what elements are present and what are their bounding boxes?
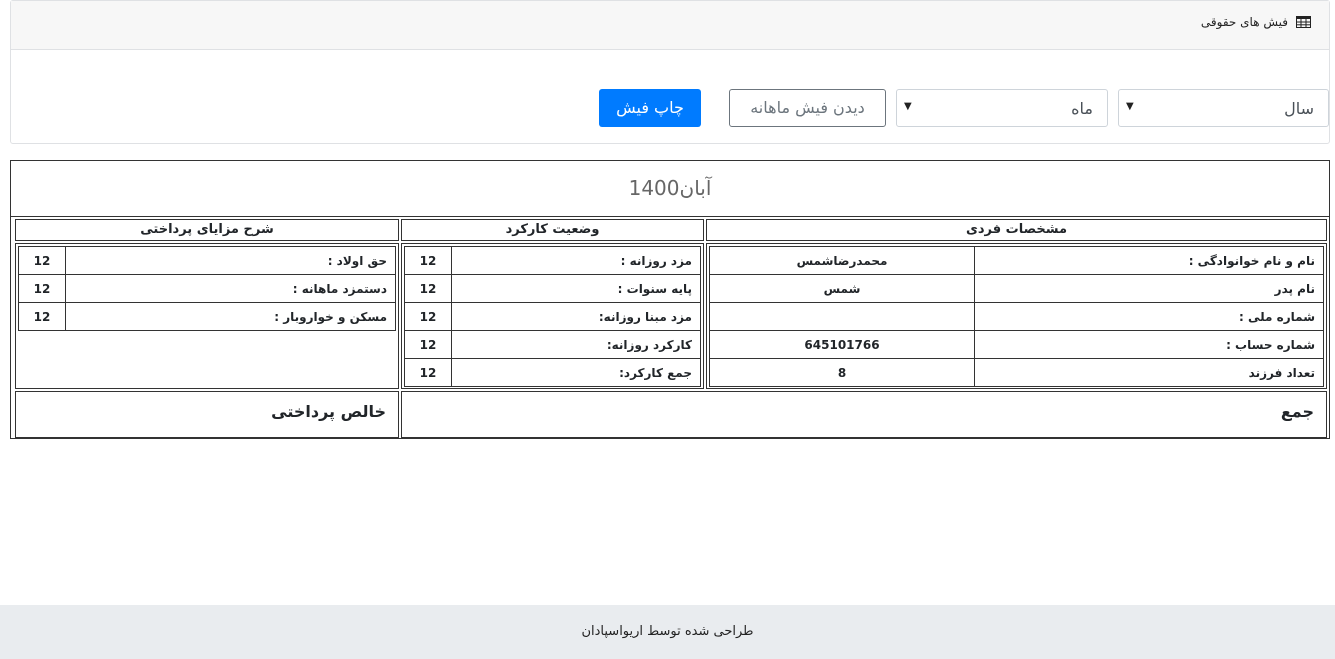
table-row: دستمزد ماهانه : 12 [18, 274, 396, 303]
table-row: مزد روزانه : 12 [404, 246, 701, 275]
work-label: مزد روزانه : [451, 246, 701, 275]
table-icon [1296, 16, 1311, 28]
payslip-title: آبان1400 [11, 161, 1329, 217]
benefit-label: حق اولاد : [65, 246, 396, 275]
work-value: 12 [404, 302, 452, 331]
month-select[interactable]: ماه ▼ [896, 89, 1108, 127]
table-row: مسکن و خواروبار : 12 [18, 302, 396, 331]
card-header: فیش های حقوقی [11, 1, 1329, 50]
table-row: شماره حساب : 645101766 [709, 330, 1324, 359]
total-cell: جمع [401, 391, 1327, 438]
table-row: نام و نام خوانوادگی : محمدرضاشمس [709, 246, 1324, 275]
personal-label: شماره ملی : [974, 302, 1324, 331]
work-label: مزد مبنا روزانه: [451, 302, 701, 331]
benefits-table: حق اولاد : 12 دستمزد ماهانه : 12 مسکن و … [18, 246, 396, 331]
personal-value [709, 302, 975, 331]
personal-value: محمدرضاشمس [709, 246, 975, 275]
table-row: جمع کارکرد: 12 [404, 358, 701, 387]
print-slip-button[interactable]: چاپ فیش [599, 89, 701, 127]
personal-label: نام پدر [974, 274, 1324, 303]
work-label: کارکرد روزانه: [451, 330, 701, 359]
footer-credit: طراحی شده توسط اریواسپادان [581, 624, 754, 639]
benefit-label: مسکن و خواروبار : [65, 302, 396, 331]
table-row: پایه سنوات : 12 [404, 274, 701, 303]
card-title-text: فیش های حقوقی [1200, 15, 1288, 29]
benefit-value: 12 [18, 274, 66, 303]
personal-value: 645101766 [709, 330, 975, 359]
chevron-down-icon: ▼ [1126, 101, 1134, 112]
work-label: جمع کارکرد: [451, 358, 701, 387]
card-title: فیش های حقوقی [1201, 15, 1311, 29]
work-table: مزد روزانه : 12 پایه سنوات : 12 مزد مبنا… [404, 246, 701, 387]
year-select[interactable]: سال ▼ [1118, 89, 1329, 127]
net-payment-cell: خالص پرداختی [15, 391, 399, 438]
work-value: 12 [404, 246, 452, 275]
chevron-down-icon: ▼ [904, 101, 912, 112]
table-row: مزد مبنا روزانه: 12 [404, 302, 701, 331]
personal-label: شماره حساب : [974, 330, 1324, 359]
table-row: شماره ملی : [709, 302, 1324, 331]
work-value: 12 [404, 274, 452, 303]
personal-value: شمس [709, 274, 975, 303]
footer: طراحی شده توسط اریواسپادان [0, 605, 1335, 659]
personal-table: نام و نام خوانوادگی : محمدرضاشمس نام پدر… [709, 246, 1324, 387]
table-row: تعداد فرزند 8 [709, 358, 1324, 387]
table-row: کارکرد روزانه: 12 [404, 330, 701, 359]
section-work-header: وضعیت کارکرد [401, 219, 704, 241]
table-row: نام پدر شمس [709, 274, 1324, 303]
work-value: 12 [404, 358, 452, 387]
personal-label: نام و نام خوانوادگی : [974, 246, 1324, 275]
month-select-value: ماه [1071, 99, 1093, 118]
personal-label: تعداد فرزند [974, 358, 1324, 387]
benefit-label: دستمزد ماهانه : [65, 274, 396, 303]
benefit-value: 12 [18, 246, 66, 275]
view-monthly-slip-button[interactable]: دیدن فیش ماهانه [729, 89, 886, 127]
personal-value: 8 [709, 358, 975, 387]
table-row: حق اولاد : 12 [18, 246, 396, 275]
benefit-value: 12 [18, 302, 66, 331]
section-benefits-header: شرح مزایای پرداختی [15, 219, 399, 241]
work-value: 12 [404, 330, 452, 359]
payslip: آبان1400 مشخصات فردی وضعیت کارکرد شرح مز… [10, 160, 1330, 439]
work-label: پایه سنوات : [451, 274, 701, 303]
year-select-value: سال [1284, 99, 1314, 118]
section-personal-header: مشخصات فردی [706, 219, 1327, 241]
